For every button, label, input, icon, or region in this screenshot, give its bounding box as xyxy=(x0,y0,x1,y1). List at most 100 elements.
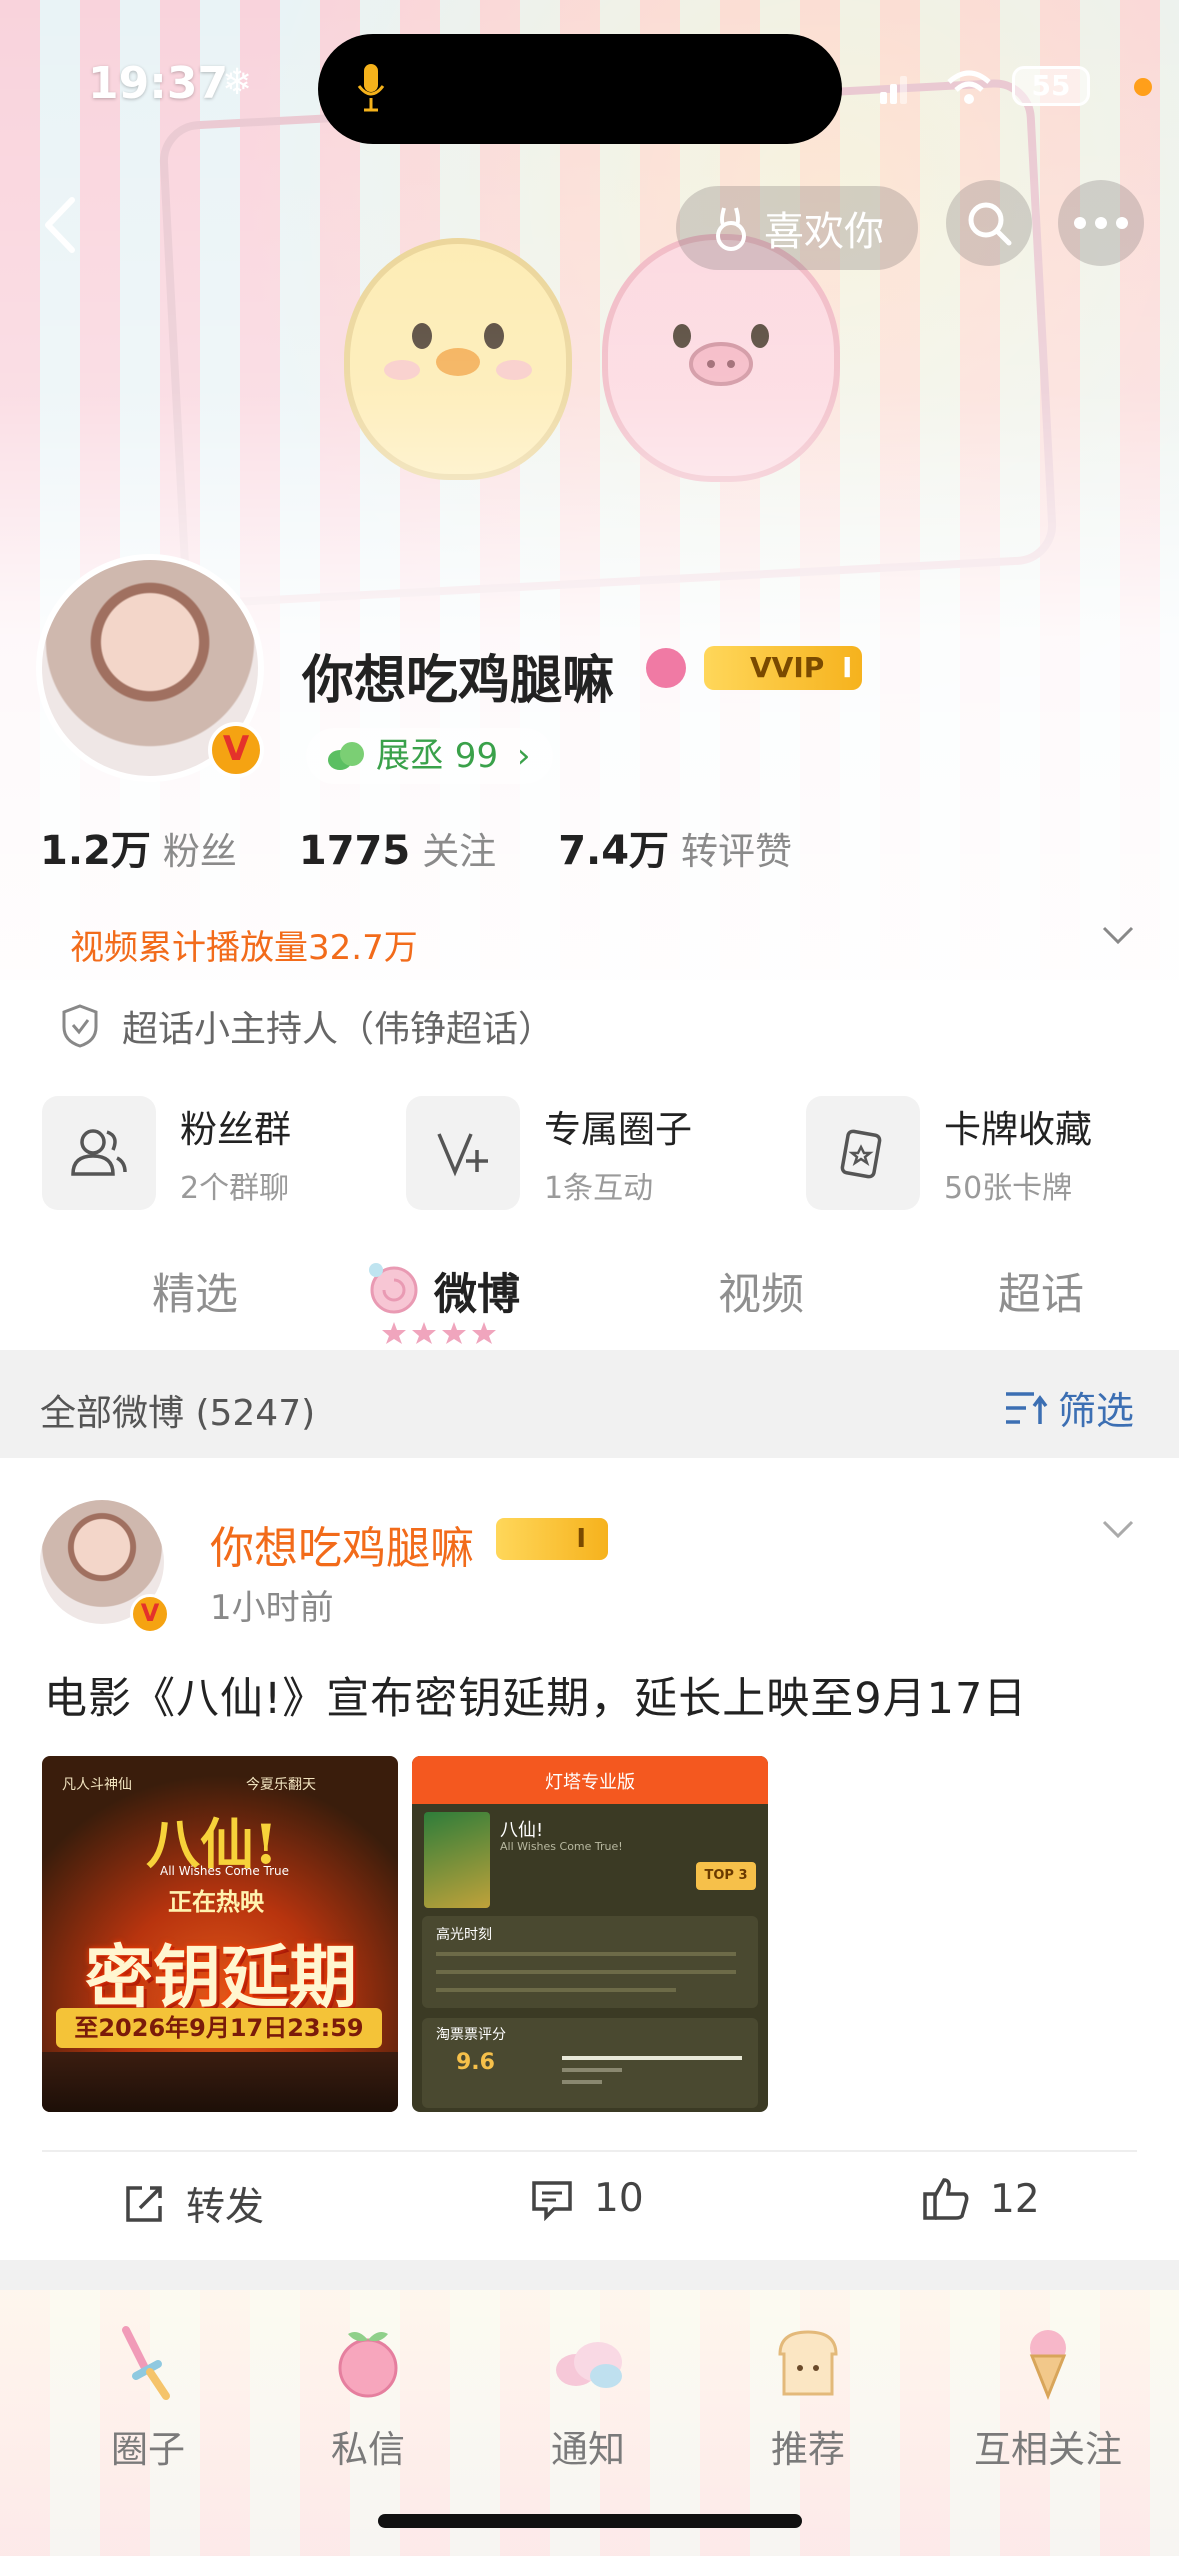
feature-fan-group[interactable]: 粉丝群 2个群聊 xyxy=(42,1096,291,1210)
active-tab-stars-icon xyxy=(382,1322,496,1344)
tab-video[interactable]: 视频 xyxy=(718,1260,804,1322)
post-divider xyxy=(42,2150,1137,2152)
nav-mutual-follow[interactable]: 互相关注 xyxy=(938,2320,1158,2473)
growth-badge[interactable]: 展丞 99 › xyxy=(306,728,553,784)
box-office-rating-label: 淘票票评分 xyxy=(436,2027,506,2043)
filter-icon xyxy=(1006,1391,1048,1424)
repost-label: 转发 xyxy=(186,2185,265,2230)
vvip-badge[interactable]: VVIP I xyxy=(704,646,862,690)
shield-icon xyxy=(62,1004,98,1048)
signal-icon xyxy=(880,76,907,104)
feature-title: 专属圈子 xyxy=(544,1108,692,1151)
box-office-rank: TOP 3 xyxy=(696,1862,756,1890)
rating-bar xyxy=(562,2080,602,2084)
box-office-section: 高光时刻 xyxy=(436,1927,492,1943)
box-office-poster-thumb xyxy=(424,1812,490,1908)
post-text: 电影《八仙!》宣布密钥延期，延长上映至9月17日 xyxy=(44,1674,1028,1724)
poster-tagline-left: 凡人斗神仙 xyxy=(62,1777,132,1793)
hashtag-badge-icon[interactable] xyxy=(646,648,686,688)
feature-card-collection[interactable]: 卡牌收藏 50张卡牌 xyxy=(806,1096,1092,1210)
nav-circle[interactable]: 圈子 xyxy=(58,2320,238,2473)
microphone-icon xyxy=(357,64,385,112)
like-button[interactable]: 12 xyxy=(922,2176,1040,2222)
feature-subtitle: 2个群聊 xyxy=(180,1171,290,1206)
vvip-level: I xyxy=(842,651,853,684)
poster-date-line: 至2026年9月17日23:59 xyxy=(56,2008,382,2048)
stat-followers[interactable]: 1.2万 粉丝 xyxy=(40,818,237,876)
rabbit-icon xyxy=(716,207,746,251)
like-you-button[interactable]: 喜欢你 xyxy=(676,186,918,270)
search-button[interactable] xyxy=(946,180,1032,266)
more-button[interactable] xyxy=(1058,180,1144,266)
sword-icon xyxy=(122,2326,170,2400)
poster-now-showing: 正在热映 xyxy=(168,1888,264,1916)
comment-count: 10 xyxy=(594,2176,644,2221)
box-office-movie-title: 八仙! xyxy=(500,1820,544,1841)
nav-messages[interactable]: 私信 xyxy=(278,2320,458,2473)
cloud-leaf-icon xyxy=(328,742,364,770)
card-icon xyxy=(806,1096,920,1210)
feed-separator xyxy=(0,2260,1179,2290)
profile-stats: 1.2万 粉丝 1775 关注 7.4万 转评赞 xyxy=(40,818,792,876)
box-office-app-name: 灯塔专业版 xyxy=(545,1772,635,1793)
profile-name: 你想吃鸡腿嘛 xyxy=(302,651,615,711)
feature-exclusive-circle[interactable]: 专属圈子 1条互动 xyxy=(406,1096,692,1210)
stat-following[interactable]: 1775 关注 xyxy=(299,821,496,875)
nav-label: 圈子 xyxy=(111,2428,185,2471)
like-count: 12 xyxy=(990,2176,1040,2222)
profile-tabs: 精选 微博 视频 超话 xyxy=(0,1240,1179,1350)
post-image-poster[interactable]: 凡人斗神仙 今夏乐翻天 八仙! All Wishes Come True 正在热… xyxy=(42,1756,398,2112)
post-menu-chevron-icon[interactable] xyxy=(1100,1514,1136,1544)
cloud-icon xyxy=(556,2342,622,2388)
super-topic-host[interactable]: 超话小主持人（伟铮超话） xyxy=(60,1000,554,1052)
filter-label: 筛选 xyxy=(1058,1389,1135,1433)
nav-label: 私信 xyxy=(331,2428,405,2471)
vvip-label: VVIP xyxy=(750,651,825,684)
chevron-down-icon[interactable] xyxy=(1100,920,1136,950)
box-office-movie-en: All Wishes Come True! xyxy=(500,1840,623,1853)
video-play-count: 视频累计播放量32.7万 xyxy=(70,928,418,968)
snowflake-icon: ❄ xyxy=(222,62,253,103)
nav-label: 推荐 xyxy=(771,2428,845,2471)
tab-featured[interactable]: 精选 xyxy=(152,1260,238,1322)
poster-tagline-right: 今夏乐翻天 xyxy=(246,1777,316,1793)
box-office-line xyxy=(436,1988,676,1992)
circle-plus-icon xyxy=(406,1096,520,1210)
repost-button[interactable]: 转发 xyxy=(122,2176,264,2232)
recording-dot xyxy=(1134,78,1152,96)
battery-indicator: 55 xyxy=(1012,66,1090,106)
back-icon[interactable] xyxy=(28,190,88,260)
home-indicator[interactable] xyxy=(378,2514,802,2528)
post-image-box-office[interactable]: 灯塔专业版 八仙! All Wishes Come True! TOP 3 高光… xyxy=(412,1756,768,2112)
feature-subtitle: 1条互动 xyxy=(544,1171,654,1206)
search-icon xyxy=(968,202,1012,246)
post-verified-badge: V xyxy=(130,1594,170,1634)
comment-icon xyxy=(532,2180,572,2221)
verified-badge: V xyxy=(208,722,264,778)
tab-super-topic[interactable]: 超话 xyxy=(998,1260,1084,1322)
post-author[interactable]: 你想吃鸡腿嘛 xyxy=(210,1512,474,1576)
like-you-label: 喜欢你 xyxy=(764,209,884,255)
nav-recommend[interactable]: 推荐 xyxy=(718,2320,898,2473)
dynamic-island xyxy=(318,34,842,144)
feature-subtitle: 50张卡牌 xyxy=(944,1171,1073,1206)
poster-headline: 密钥延期 xyxy=(84,1939,357,2018)
comment-button[interactable]: 10 xyxy=(530,2176,644,2221)
stat-interactions[interactable]: 7.4万 转评赞 xyxy=(558,818,792,876)
feed-title: 全部微博 (5247) xyxy=(40,1393,316,1434)
nav-notifications[interactable]: 通知 xyxy=(498,2320,678,2473)
nav-label: 通知 xyxy=(551,2428,625,2471)
nav-label: 互相关注 xyxy=(974,2428,1122,2471)
poster-bottom-scene xyxy=(42,2052,398,2112)
filter-button[interactable]: 筛选 xyxy=(1004,1380,1134,1435)
peach-icon xyxy=(338,2332,398,2398)
toast-icon xyxy=(778,2330,838,2396)
post-member-badge[interactable]: I xyxy=(496,1518,608,1560)
more-icon xyxy=(1074,217,1128,229)
people-icon xyxy=(42,1096,156,1210)
snail-icon xyxy=(369,1263,418,1314)
super-topic-label: 超话小主持人（伟铮超话） xyxy=(122,1009,555,1050)
wifi-icon xyxy=(947,70,991,104)
tab-weibo[interactable]: 微博 xyxy=(434,1260,520,1322)
feature-title: 卡牌收藏 xyxy=(944,1108,1092,1151)
